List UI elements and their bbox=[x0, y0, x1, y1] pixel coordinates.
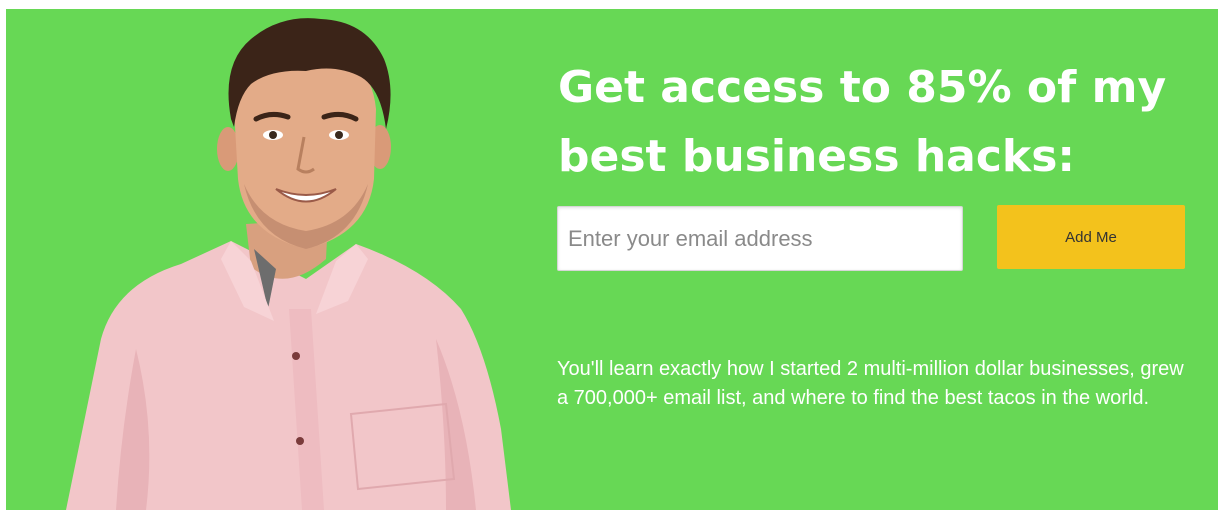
email-input[interactable] bbox=[557, 206, 963, 271]
add-me-button[interactable]: Add Me bbox=[997, 205, 1185, 269]
person-photo bbox=[6, 9, 526, 510]
description-text: You'll learn exactly how I started 2 mul… bbox=[557, 358, 1184, 409]
headline: Get access to 85% of my best business ha… bbox=[558, 62, 1167, 182]
optin-banner: Get access to 85% of my best business ha… bbox=[6, 9, 1218, 510]
